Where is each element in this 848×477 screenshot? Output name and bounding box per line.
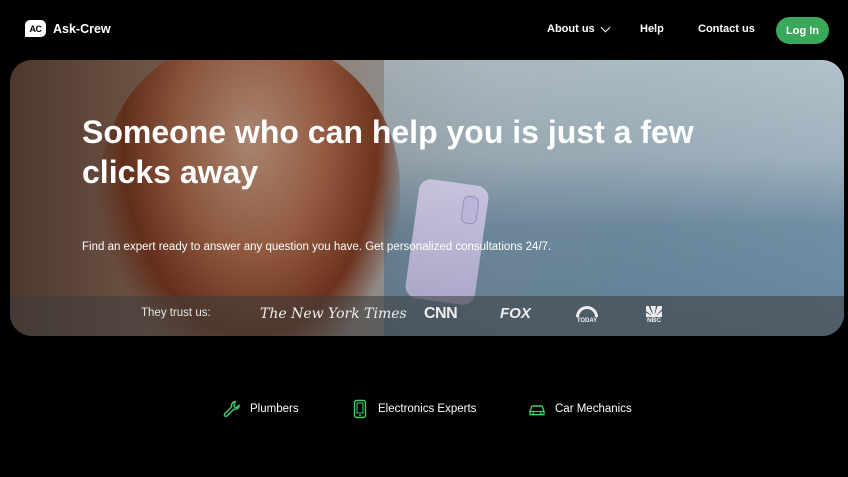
nav-contact-us[interactable]: Contact us (698, 23, 755, 35)
today-logo-label: TODAY (576, 318, 598, 324)
site-header: AC Ask-Crew About us Help Contact us Log… (0, 0, 848, 60)
nbc-logo-label: NBC (646, 317, 662, 324)
hero-subtitle: Find an expert ready to answer any quest… (82, 241, 552, 253)
category-electronics-experts[interactable]: Electronics Experts (350, 399, 476, 419)
category-plumbers-label: Plumbers (250, 403, 299, 415)
nyt-logo: The New York Times (260, 306, 407, 322)
brand-name: Ask-Crew (53, 21, 111, 36)
trust-bar: They trust us: The New York Times CNN FO… (10, 296, 844, 336)
brand-logo[interactable]: AC Ask-Crew (25, 20, 111, 37)
nbc-peacock-icon (646, 306, 662, 317)
fox-logo: FOX (500, 305, 531, 322)
login-button[interactable]: Log In (776, 17, 829, 44)
nav-about-us-label: About us (547, 23, 595, 35)
logo-icon: AC (25, 20, 46, 37)
hero-overlay (10, 60, 844, 336)
nbc-logo: NBC (646, 306, 662, 324)
hero-banner: Someone who can help you is just a few c… (10, 60, 844, 336)
nav-about-us[interactable]: About us (547, 22, 611, 35)
today-arc-icon (576, 306, 598, 317)
wrench-icon (223, 400, 240, 418)
trust-label: They trust us: (141, 307, 211, 319)
smartphone-icon (353, 399, 367, 419)
category-mechanics-label: Car Mechanics (555, 403, 632, 415)
nav-help[interactable]: Help (640, 23, 664, 35)
category-plumbers[interactable]: Plumbers (222, 399, 299, 419)
car-icon (529, 405, 545, 416)
chevron-down-icon (600, 22, 611, 32)
category-electronics-label: Electronics Experts (378, 403, 477, 415)
hero-title: Someone who can help you is just a few c… (82, 114, 694, 190)
today-logo: TODAY (576, 306, 598, 324)
category-car-mechanics[interactable]: Car Mechanics (527, 399, 632, 419)
cnn-logo: CNN (424, 305, 458, 322)
